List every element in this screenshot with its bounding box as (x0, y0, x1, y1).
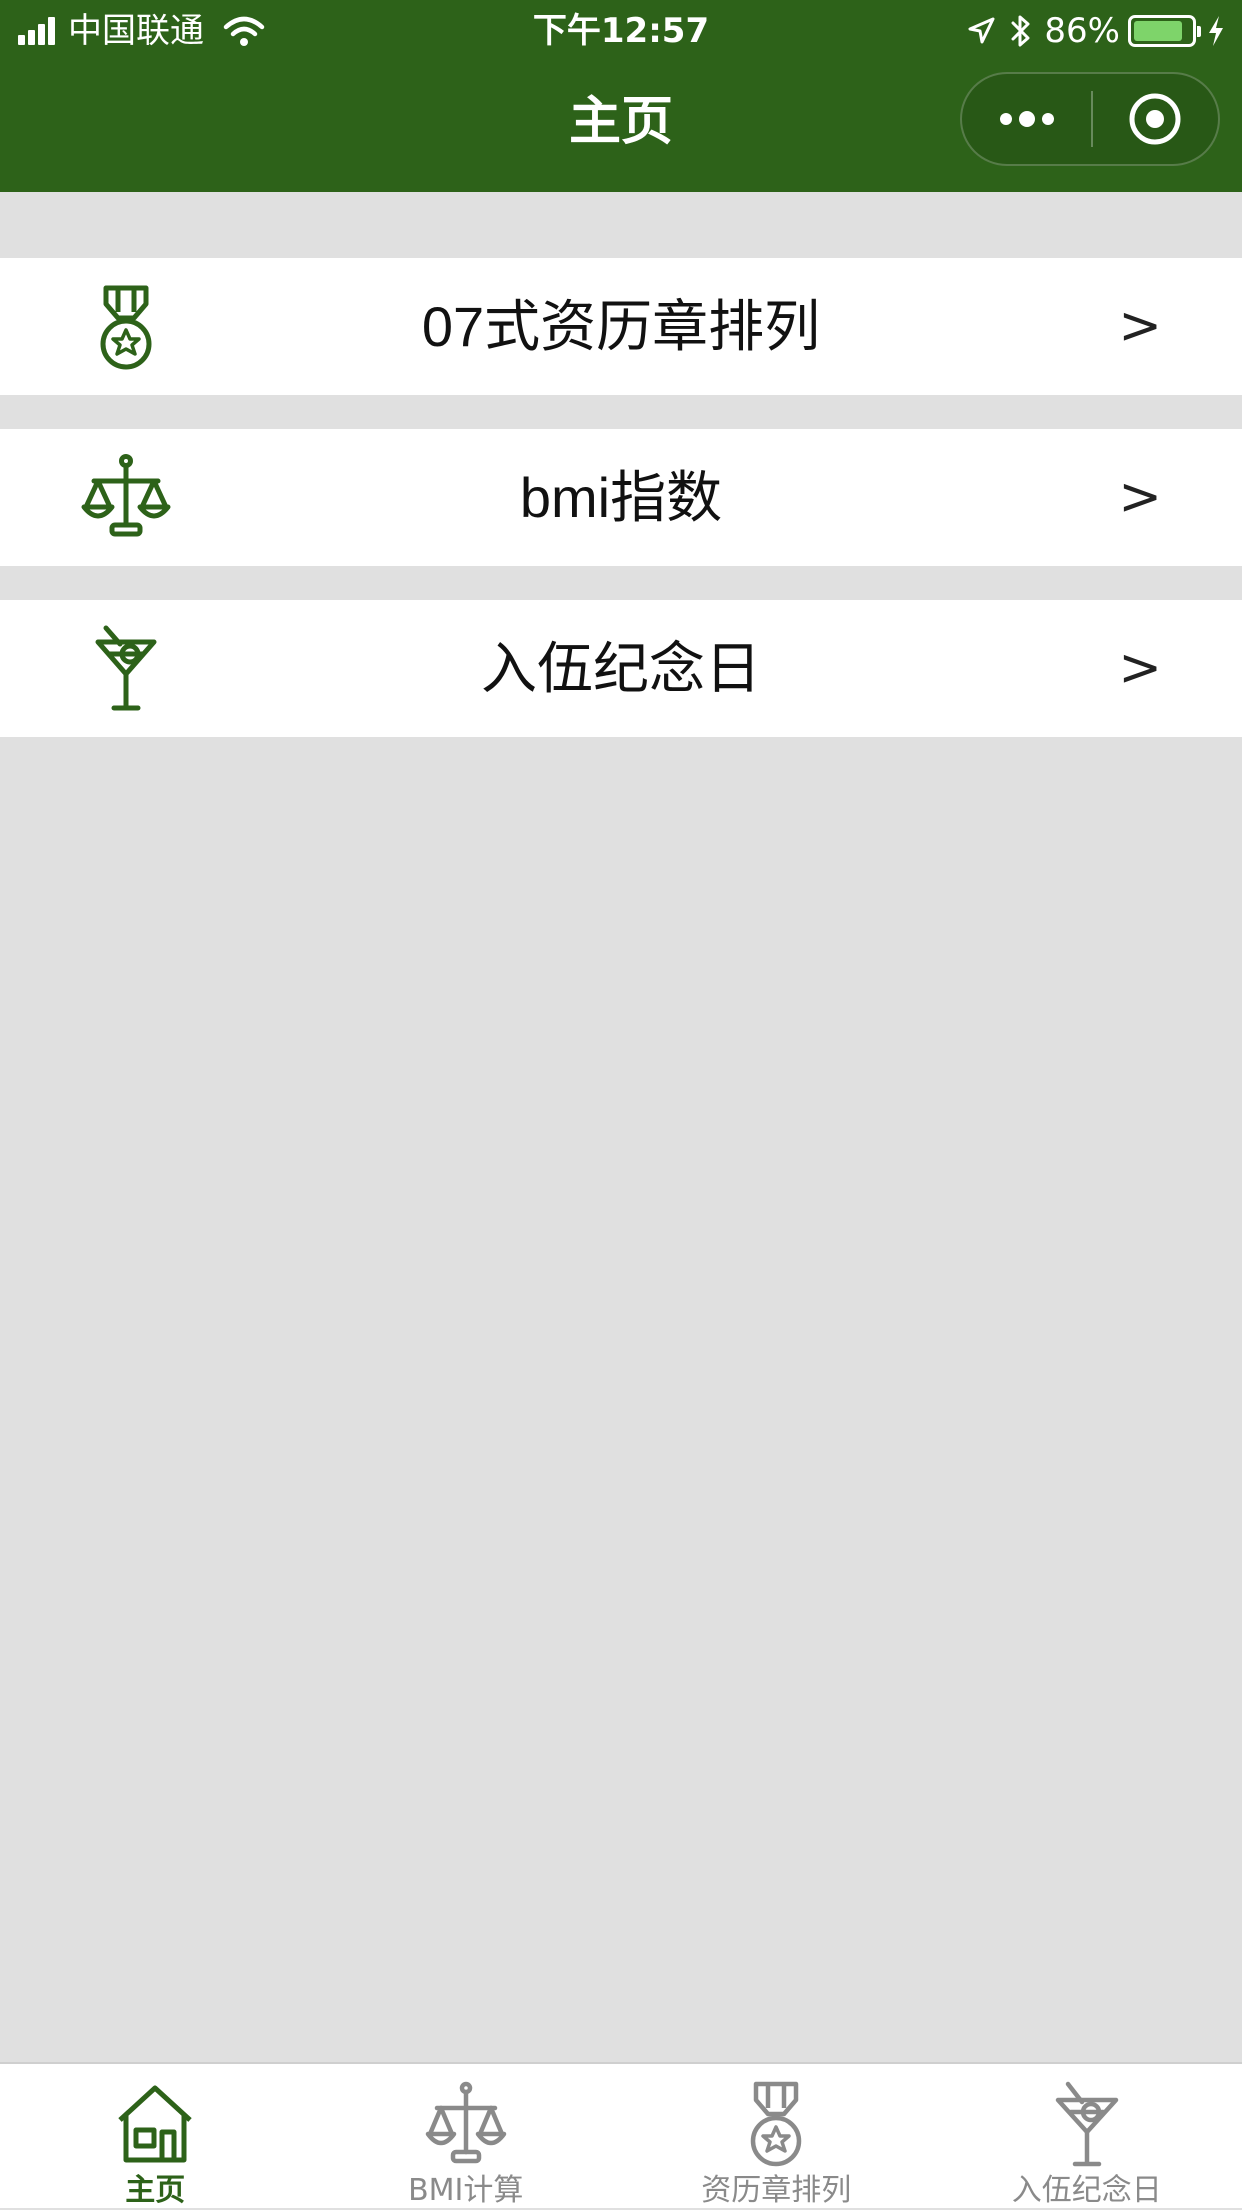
tab-bar: 主页 BMI计算 资历章排列 (0, 2062, 1242, 2208)
bluetooth-icon (1008, 14, 1034, 48)
charging-icon (1206, 14, 1226, 48)
status-bar-right: 86% (966, 0, 1226, 62)
tab-enlistment-anniversary[interactable]: 入伍纪念日 (932, 2064, 1242, 2208)
menu-list: 07式资历章排列 > bmi指数 > (0, 258, 1242, 771)
mini-program-capsule (960, 72, 1220, 166)
tab-label: 主页 (0, 2172, 311, 2210)
close-target-icon (1127, 91, 1183, 147)
menu-item-bmi[interactable]: bmi指数 > (0, 429, 1242, 566)
chevron-right-icon: > (1118, 600, 1162, 737)
medal-icon (731, 2080, 821, 2170)
menu-item-service-medal[interactable]: 07式资历章排列 > (0, 258, 1242, 395)
menu-item-label: bmi指数 (0, 429, 1242, 566)
battery-percentage: 86% (1044, 0, 1120, 62)
tab-label: 入伍纪念日 (932, 2172, 1242, 2210)
tab-service-medal[interactable]: 资历章排列 (621, 2064, 932, 2208)
battery-level-fill (1134, 21, 1182, 41)
tab-home[interactable]: 主页 (0, 2064, 311, 2208)
more-button[interactable] (962, 74, 1091, 164)
status-bar: 中国联通 下午12:57 86% (0, 0, 1242, 62)
menu-item-label: 07式资历章排列 (0, 258, 1242, 395)
chevron-right-icon: > (1118, 429, 1162, 566)
menu-item-enlistment-anniversary[interactable]: 入伍纪念日 > (0, 600, 1242, 737)
tab-label: BMI计算 (311, 2172, 622, 2210)
menu-item-label: 入伍纪念日 (0, 600, 1242, 737)
location-icon (966, 16, 996, 46)
close-button[interactable] (1093, 74, 1218, 164)
tab-label: 资历章排列 (621, 2172, 932, 2210)
chevron-right-icon: > (1118, 258, 1162, 395)
cocktail-icon (1042, 2080, 1132, 2170)
more-icon (997, 109, 1057, 129)
battery-tip (1197, 26, 1201, 37)
scale-icon (421, 2080, 511, 2170)
tab-bmi[interactable]: BMI计算 (311, 2064, 622, 2208)
battery-icon (1128, 15, 1196, 47)
home-icon (110, 2080, 200, 2170)
app-header: 中国联通 下午12:57 86% 主页 (0, 0, 1242, 192)
